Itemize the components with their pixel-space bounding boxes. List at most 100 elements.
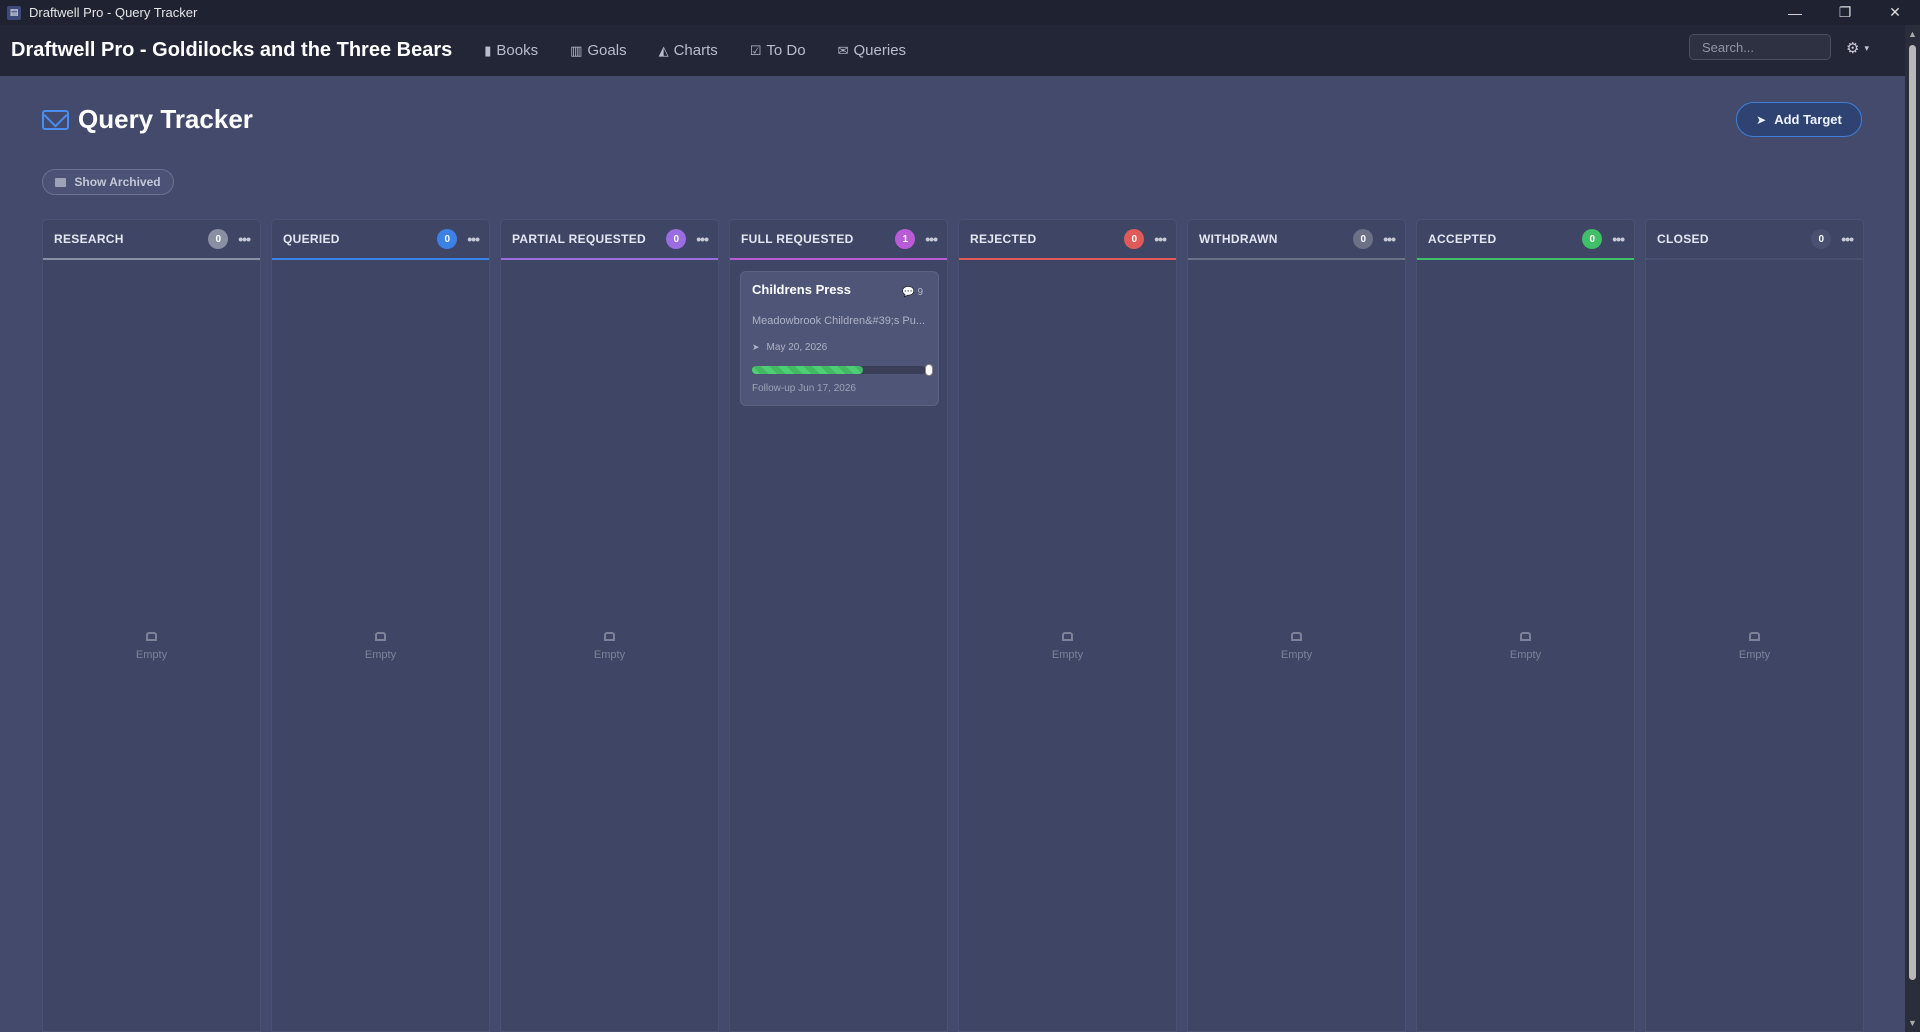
column-count-badge: 0 [208,229,229,249]
paper-plane-icon: ➤ [1756,112,1767,127]
minimize-button[interactable]: — [1770,0,1820,25]
column-title: PARTIAL REQUESTED [512,232,647,246]
column-count-badge: 0 [437,229,458,249]
book-icon: ▮ [484,42,492,58]
more-options-icon[interactable]: ••• [1612,231,1625,247]
column-count-badge: 0 [1582,229,1603,249]
empty-label: Empty [593,649,626,661]
card-sent-date: ➤ May 20, 2026 [752,342,827,353]
followup-progress-track [752,366,926,374]
show-archived-label: Show Archived [74,175,161,189]
column-title: RESEARCH [54,232,124,246]
area-chart-icon: ◭ [658,42,669,58]
scroll-up-icon[interactable]: ▲ [1905,27,1920,41]
column-partial-requested[interactable]: PARTIAL REQUESTED 0 ••• Empty [500,219,719,1032]
column-count-badge: 0 [1124,229,1145,249]
inbox-icon [1520,632,1531,641]
inbox-icon [375,632,386,641]
sent-date-text: May 20, 2026 [766,342,828,353]
nav-goals[interactable]: ▥ Goals [570,42,626,59]
column-accepted[interactable]: ACCEPTED 0 ••• Empty [1416,219,1635,1032]
nav-queries[interactable]: ✉ Queries [838,42,906,59]
more-options-icon[interactable]: ••• [1383,231,1396,247]
empty-state: Empty [43,632,260,661]
more-options-icon[interactable]: ••• [238,231,251,247]
nav-books[interactable]: ▮ Books [484,42,538,59]
scroll-down-icon[interactable]: ▼ [1905,1016,1920,1030]
nav-charts[interactable]: ◭ Charts [659,42,718,59]
nav-goals-label: Goals [587,42,627,59]
empty-state: Empty [501,632,718,661]
nav-todo[interactable]: ☑ To Do [750,42,806,59]
bar-chart-icon: ▥ [570,42,583,58]
column-count-badge: 0 [666,229,687,249]
column-header: CLOSED 0 ••• [1646,220,1863,260]
inbox-icon [1062,632,1073,641]
empty-label: Empty [1280,649,1313,661]
page-title: Query Tracker [78,104,253,134]
column-header: ACCEPTED 0 ••• [1417,220,1634,260]
nav-books-label: Books [496,42,539,59]
empty-state: Empty [1646,632,1863,661]
settings-dropdown[interactable]: ⚙ ▾ [1846,39,1869,57]
inbox-icon [1291,632,1302,641]
restore-button[interactable]: ❐ [1820,0,1870,25]
scrollbar-thumb[interactable] [1909,45,1916,980]
column-withdrawn[interactable]: WITHDRAWN 0 ••• Empty [1187,219,1406,1032]
check-square-icon: ☑ [749,42,762,58]
inbox-icon [146,632,157,641]
followup-progress-fill [752,366,864,374]
close-button[interactable]: ✕ [1870,0,1920,25]
column-count-badge: 0 [1353,229,1374,249]
vertical-scrollbar[interactable]: ▲ ▼ [1905,25,1920,1032]
add-target-label: Add Target [1774,112,1842,127]
column-header: WITHDRAWN 0 ••• [1188,220,1405,260]
empty-state: Empty [1417,632,1634,661]
window-titlebar: ▤ Draftwell Pro - Query Tracker — ❐ ✕ [0,0,1920,25]
archive-icon [55,177,67,187]
column-full-requested[interactable]: FULL REQUESTED 1 ••• Childrens Press 💬 9… [729,219,948,1032]
card-publisher: Meadowbrook Children&#39;s Pu... [752,315,926,327]
paper-plane-icon: ➤ [752,342,760,352]
column-rejected[interactable]: REJECTED 0 ••• Empty [958,219,1177,1032]
hourglass-icon [925,364,933,376]
column-title: REJECTED [970,232,1037,246]
page-header: Query Tracker [42,104,253,135]
more-options-icon[interactable]: ••• [1841,231,1854,247]
window-title: Draftwell Pro - Query Tracker [29,5,198,20]
column-header: RESEARCH 0 ••• [43,220,260,260]
column-queried[interactable]: QUERIED 0 ••• Empty [271,219,490,1032]
column-count-badge: 0 [1811,229,1832,249]
column-count-badge: 1 [895,229,916,249]
more-options-icon[interactable]: ••• [1154,231,1167,247]
column-title: QUERIED [283,232,340,246]
column-title: CLOSED [1657,232,1709,246]
more-options-icon[interactable]: ••• [467,231,480,247]
column-title: FULL REQUESTED [741,232,854,246]
query-card[interactable]: Childrens Press 💬 9 Meadowbrook Children… [740,271,939,406]
empty-state: Empty [959,632,1176,661]
more-options-icon[interactable]: ••• [696,231,709,247]
empty-state: Empty [1188,632,1405,661]
column-title: ACCEPTED [1428,232,1497,246]
gear-icon: ⚙ [1846,40,1860,57]
nav-queries-label: Queries [853,42,907,59]
add-target-button[interactable]: ➤ Add Target [1736,102,1862,137]
more-options-icon[interactable]: ••• [925,231,938,247]
column-title: WITHDRAWN [1199,232,1278,246]
column-header: REJECTED 0 ••• [959,220,1176,260]
column-header: QUERIED 0 ••• [272,220,489,260]
column-header: FULL REQUESTED 1 ••• [730,220,947,260]
comments-icon: 💬 [902,287,915,298]
empty-label: Empty [1738,649,1771,661]
search-input[interactable] [1689,34,1831,60]
app-book-icon: ▤ [7,5,21,20]
column-research[interactable]: RESEARCH 0 ••• Empty [42,219,261,1032]
show-archived-button[interactable]: Show Archived [42,169,174,195]
card-title: Childrens Press [752,282,851,297]
column-header: PARTIAL REQUESTED 0 ••• [501,220,718,260]
window-controls: — ❐ ✕ [1770,0,1920,25]
app-brand[interactable]: Draftwell Pro - Goldilocks and the Three… [11,39,452,62]
empty-label: Empty [135,649,168,661]
column-closed[interactable]: CLOSED 0 ••• Empty [1645,219,1864,1032]
